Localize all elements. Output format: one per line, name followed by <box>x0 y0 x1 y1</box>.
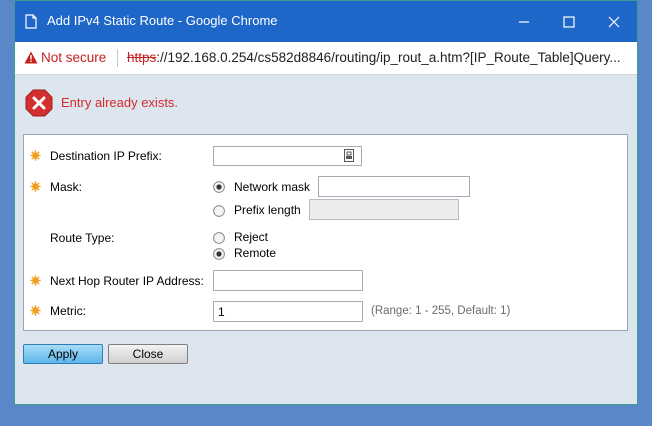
dialog-window: Add IPv4 Static Route - Google Chrome No… <box>14 0 638 405</box>
destination-ip-prefix-field[interactable] <box>213 146 362 166</box>
prefix-length-label[interactable]: Prefix length <box>234 203 301 217</box>
page-icon <box>25 14 37 29</box>
route-form: Destination IP Prefix: Mask: Network mas… <box>23 134 628 331</box>
destination-ip-prefix-input[interactable] <box>213 146 362 166</box>
prefix-length-radio[interactable] <box>213 205 225 217</box>
url-text[interactable]: https://192.168.0.254/cs582d8846/routing… <box>127 50 621 65</box>
error-message: Entry already exists. <box>61 95 179 110</box>
title-bar[interactable]: Add IPv4 Static Route - Google Chrome <box>15 1 637 42</box>
reject-radio[interactable] <box>213 232 225 244</box>
reject-label[interactable]: Reject <box>234 230 268 244</box>
url-scheme: https <box>127 50 157 65</box>
warning-icon <box>24 51 38 64</box>
close-icon <box>608 16 620 28</box>
destination-ip-prefix-label: Destination IP Prefix: <box>50 149 162 163</box>
minimize-icon <box>519 21 529 23</box>
network-mask-input[interactable] <box>318 176 470 197</box>
required-star-icon <box>30 305 41 316</box>
apply-button[interactable]: Apply <box>23 344 103 364</box>
metric-label: Metric: <box>50 304 86 318</box>
metric-range-hint: (Range: 1 - 255, Default: 1) <box>371 305 511 317</box>
maximize-button[interactable] <box>547 1 591 42</box>
address-bar[interactable]: Not secure https://192.168.0.254/cs582d8… <box>15 42 637 75</box>
prefix-length-input[interactable] <box>309 199 459 220</box>
security-status[interactable]: Not secure <box>41 50 106 65</box>
mask-label: Mask: <box>50 180 83 194</box>
close-window-button[interactable] <box>592 1 636 42</box>
maximize-icon <box>563 16 575 28</box>
network-mask-label[interactable]: Network mask <box>234 180 310 194</box>
url-path: ://192.168.0.254/cs582d8846/routing/ip_r… <box>156 50 621 65</box>
remote-radio[interactable] <box>213 248 225 260</box>
address-separator <box>117 49 118 67</box>
remote-label[interactable]: Remote <box>234 246 276 260</box>
route-type-label: Route Type: <box>50 231 115 245</box>
required-star-icon <box>30 150 41 161</box>
required-star-icon <box>30 275 41 286</box>
next-hop-input[interactable] <box>213 270 363 291</box>
autofill-key-icon <box>344 149 354 162</box>
error-x-icon <box>25 89 53 117</box>
metric-input[interactable] <box>213 301 363 322</box>
window-title: Add IPv4 Static Route - Google Chrome <box>47 13 278 28</box>
network-mask-radio[interactable] <box>213 181 225 193</box>
close-button[interactable]: Close <box>108 344 188 364</box>
next-hop-label: Next Hop Router IP Address: <box>50 274 204 288</box>
required-star-icon <box>30 181 41 192</box>
minimize-button[interactable] <box>502 1 546 42</box>
